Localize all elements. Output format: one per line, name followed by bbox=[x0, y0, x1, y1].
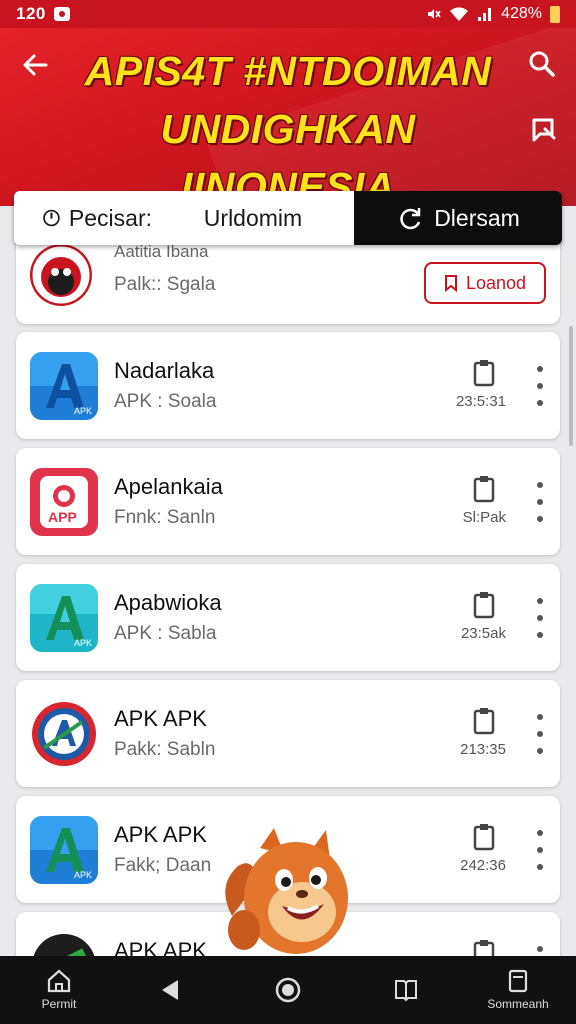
teal-a-icon: APK bbox=[30, 584, 98, 652]
mute-icon bbox=[428, 9, 441, 19]
share-icon[interactable] bbox=[530, 116, 558, 144]
app-size: 23:5:31 bbox=[455, 393, 506, 410]
app-subtitle: APK : Sabla bbox=[114, 623, 217, 644]
app-size: 242:36 bbox=[460, 857, 506, 874]
svg-text:APK: APK bbox=[74, 406, 92, 416]
app-name: Apelankaia bbox=[114, 474, 223, 499]
title-line-1: APIS4T #NTDOIMAN bbox=[84, 48, 492, 94]
load-button[interactable]: Loanod bbox=[424, 262, 546, 304]
clipboard-icon[interactable] bbox=[472, 358, 496, 388]
more-options-icon[interactable] bbox=[536, 598, 544, 638]
tab-urldomim[interactable]: Urldomim bbox=[152, 191, 354, 245]
app-subtitle: Palk:: Sgala bbox=[114, 274, 216, 295]
filter-tabs: Pecisar: Urldomim Dlersam bbox=[14, 191, 562, 245]
list-item[interactable]: APK APK Pakk: Sabln 213:35 bbox=[16, 680, 560, 787]
svg-text:APK: APK bbox=[74, 870, 92, 880]
nav-home[interactable] bbox=[268, 956, 308, 1024]
list-item[interactable]: APP Apelankaia Fnnk: Sanln Sl:Pak bbox=[16, 448, 560, 555]
home-icon bbox=[47, 969, 71, 993]
svg-text:APP: APP bbox=[48, 509, 77, 525]
app-name: Apabwioka bbox=[114, 590, 222, 615]
list-item[interactable]: APK Nadarlaka APK : Soala 23:5:31 bbox=[16, 332, 560, 439]
nav-back[interactable] bbox=[150, 956, 190, 1024]
app-subtitle: APK : Soala bbox=[114, 391, 217, 412]
tab-pecisar[interactable]: Pecisar: bbox=[14, 191, 152, 245]
app-size: 23:5ak bbox=[460, 625, 506, 642]
app-size: 213:35 bbox=[460, 741, 506, 758]
tab-label: Pecisar: bbox=[68, 204, 152, 231]
clipboard-icon[interactable] bbox=[472, 822, 496, 852]
back-arrow-icon[interactable] bbox=[20, 50, 50, 80]
home-circle-icon bbox=[275, 977, 301, 1003]
bookmark-icon bbox=[444, 275, 457, 292]
load-button-label: Loanod bbox=[465, 272, 527, 293]
signal-icon bbox=[478, 8, 492, 21]
app-name: Aatitia Ibana bbox=[114, 242, 209, 261]
nav-label: Permit bbox=[41, 997, 77, 1011]
clipboard-icon[interactable] bbox=[472, 706, 496, 736]
more-options-icon[interactable] bbox=[536, 830, 544, 870]
status-right: 428% bbox=[425, 5, 560, 23]
wifi-icon bbox=[450, 7, 469, 21]
app-subtitle: Pakk: Sabln bbox=[114, 739, 216, 760]
svg-text:APK: APK bbox=[74, 638, 92, 648]
tablet-icon bbox=[508, 969, 528, 993]
more-options-icon[interactable] bbox=[536, 482, 544, 522]
blue-a-icon: APK bbox=[30, 352, 98, 420]
nav-sommeanh[interactable]: Sommeanh bbox=[480, 956, 556, 1024]
clipboard-icon[interactable] bbox=[472, 474, 496, 504]
nav-permit[interactable]: Permit bbox=[30, 956, 88, 1024]
app-subtitle: Fnnk: Sanln bbox=[114, 507, 216, 528]
app-name: APK APK bbox=[114, 706, 207, 731]
bottom-navigation: Permit Sommeanh bbox=[0, 956, 576, 1024]
notification-icon bbox=[53, 7, 70, 21]
search-icon[interactable] bbox=[528, 50, 556, 78]
more-options-icon[interactable] bbox=[536, 366, 544, 406]
red-app-icon: APP bbox=[30, 468, 98, 536]
tab-dlersam[interactable]: Dlersam bbox=[354, 191, 562, 245]
scrollbar[interactable] bbox=[569, 326, 573, 446]
app-name: Nadarlaka bbox=[114, 358, 215, 383]
refresh-icon bbox=[400, 208, 421, 230]
tab-label: Dlersam bbox=[434, 204, 520, 231]
more-options-icon[interactable] bbox=[536, 714, 544, 754]
app-name: APK APK bbox=[114, 822, 207, 847]
battery-percent: 428% bbox=[501, 5, 542, 22]
nav-recents[interactable] bbox=[386, 956, 426, 1024]
app-size: Sl:Pak bbox=[462, 509, 506, 526]
battery-icon bbox=[550, 5, 560, 23]
nav-label: Sommeanh bbox=[487, 997, 549, 1011]
page-title: APIS4T #NTDOIMAN UNDIGHKAN IINONESIA bbox=[60, 42, 516, 206]
clipboard-icon[interactable] bbox=[472, 590, 496, 620]
fox-mascot-icon bbox=[225, 828, 348, 954]
power-icon bbox=[43, 209, 60, 227]
app-header: APIS4T #NTDOIMAN UNDIGHKAN IINONESIA bbox=[0, 28, 576, 206]
status-time: 120 bbox=[16, 4, 46, 23]
blue-a-icon: APK bbox=[30, 816, 98, 884]
status-bar: 120 428% bbox=[0, 0, 576, 28]
list-item[interactable]: APK Apabwioka APK : Sabla 23:5ak bbox=[16, 564, 560, 671]
mascot-avatar-icon bbox=[30, 244, 92, 306]
badge-a-icon bbox=[30, 700, 98, 768]
back-triangle-icon bbox=[162, 980, 178, 1000]
book-icon bbox=[395, 980, 417, 1002]
tab-label: Urldomim bbox=[203, 204, 303, 231]
app-subtitle: Fakk; Daan bbox=[114, 855, 212, 876]
app-screen: 120 428% APIS4T #NTDOIMAN UNDIGHKAN IINO… bbox=[0, 0, 576, 1024]
